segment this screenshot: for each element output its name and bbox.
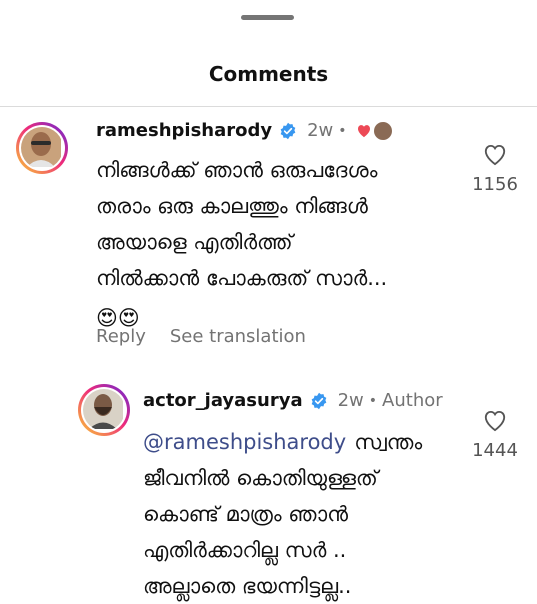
comment-line: സ്വന്തം <box>354 430 423 454</box>
comment-line: ജീവനിൽ കൊതിയുള്ളത് <box>143 466 378 490</box>
like-count: 1156 <box>472 174 518 195</box>
comment-line: എതിർക്കാറില്ല സർ .. <box>143 538 347 562</box>
sheet-title: Comments <box>208 62 329 86</box>
mention-link[interactable]: @rameshpisharody <box>143 430 346 454</box>
like-control: 1156 <box>465 142 525 195</box>
comment-line: അയാളെ എതിർത്ത് <box>96 230 293 254</box>
comment-actions: Reply See translation <box>96 326 306 347</box>
author-label: Author <box>382 390 443 411</box>
header-divider <box>0 106 537 107</box>
heart-outline-icon[interactable] <box>482 144 508 170</box>
comment-time: 2w <box>337 390 364 411</box>
comment-line: നിൽക്കാൻ പോകരുത് സാർ... <box>96 266 388 290</box>
heart-outline-icon[interactable] <box>482 410 508 436</box>
red-heart-icon <box>356 123 372 138</box>
comment-meta: actor_jayasurya 2w • Author <box>143 390 443 411</box>
verified-badge-icon <box>310 392 328 410</box>
comment-meta: rameshpisharody 2w • <box>96 120 392 141</box>
comment-time: 2w <box>307 120 334 141</box>
like-control: 1444 <box>465 408 525 461</box>
separator-dot: • <box>338 122 347 139</box>
drag-handle[interactable] <box>241 15 294 20</box>
comment-line: കൊണ്ട് മാത്രം ഞാൻ <box>143 502 348 526</box>
profile-photo <box>21 127 61 167</box>
comment-text: നിങ്ങൾക്ക് ഞാൻ ഒരുപദേശം തരാം ഒരു കാലത്തു… <box>96 152 387 336</box>
comment-text: @rameshpisharody സ്വന്തം ജീവനിൽ കൊതിയുള്ള… <box>143 424 422 604</box>
separator-dot: • <box>368 392 378 409</box>
verified-badge-icon <box>279 122 297 140</box>
avatar-rameshpisharody[interactable] <box>16 122 68 174</box>
like-count: 1444 <box>472 440 518 461</box>
comment-username[interactable]: actor_jayasurya <box>143 390 303 411</box>
comment-username[interactable]: rameshpisharody <box>96 120 272 141</box>
profile-photo <box>83 389 123 429</box>
comment-line: തരാം ഒരു കാലത്തും നിങ്ങൾ <box>96 194 368 218</box>
avatar-actor_jayasurya[interactable] <box>78 384 130 436</box>
reply-button[interactable]: Reply <box>96 326 146 347</box>
author-avatar-mini <box>373 121 392 140</box>
see-translation-button[interactable]: See translation <box>170 326 306 347</box>
comment-line: അല്ലാതെ ഭയന്നിട്ടല്ല.. <box>143 574 352 598</box>
comment-line: നിങ്ങൾക്ക് ഞാൻ ഒരുപദേശം <box>96 158 378 182</box>
